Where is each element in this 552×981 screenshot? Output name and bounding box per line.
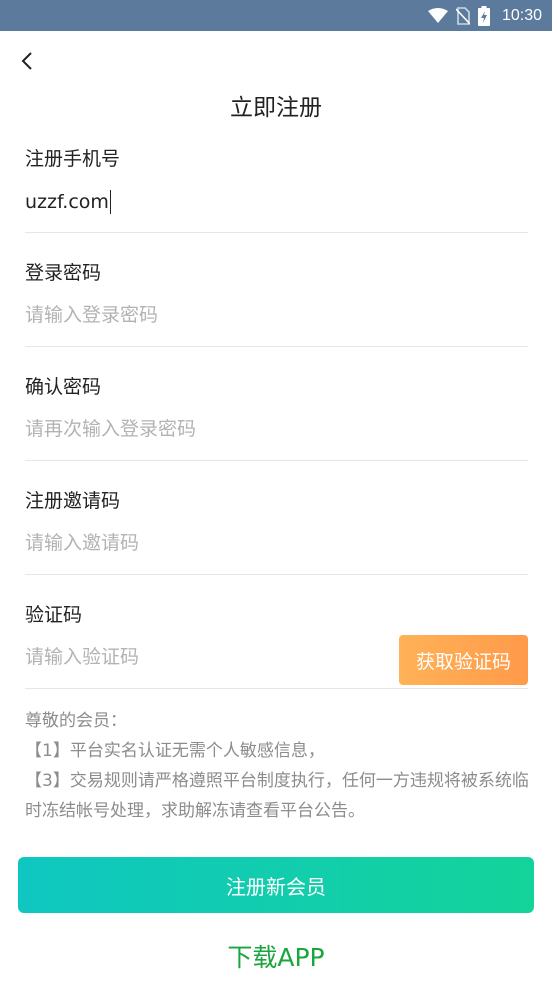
password-label: 登录密码 xyxy=(25,262,102,284)
password-field: 登录密码 xyxy=(25,254,528,347)
verify-code-label: 验证码 xyxy=(25,604,83,626)
back-button[interactable] xyxy=(12,48,42,78)
verify-code-field: 验证码 获取验证码 xyxy=(25,596,528,689)
phone-value: uzzf.com xyxy=(25,191,109,213)
confirm-password-label: 确认密码 xyxy=(25,376,102,398)
get-code-button[interactable]: 获取验证码 xyxy=(399,635,528,685)
confirm-password-input[interactable] xyxy=(25,418,385,440)
no-sim-icon xyxy=(455,6,470,25)
phone-label: 注册手机号 xyxy=(25,148,121,170)
notice-text: 尊敬的会员： 【1】平台实名认证无需个人敏感信息， 【3】交易规则请严格遵照平台… xyxy=(25,706,535,826)
status-time: 10:30 xyxy=(501,6,542,24)
chevron-left-icon xyxy=(21,52,33,74)
register-button[interactable]: 注册新会员 xyxy=(18,857,534,913)
download-app-link[interactable]: 下载APP xyxy=(0,938,552,974)
notice-line: 尊敬的会员： xyxy=(25,711,127,731)
battery-charging-icon xyxy=(477,5,490,26)
notice-line: 【3】交易规则请严格遵照平台制度执行，任何一方违规将被系统临时冻结帐号处理，求助… xyxy=(25,771,529,821)
invite-code-label: 注册邀请码 xyxy=(25,490,121,512)
notice-line: 【1】平台实名认证无需个人敏感信息， xyxy=(25,741,325,761)
status-icons: 10:30 xyxy=(427,0,542,31)
wifi-icon xyxy=(427,7,448,24)
verify-code-input[interactable] xyxy=(25,646,365,668)
page-title: 立即注册 xyxy=(230,95,322,121)
text-caret xyxy=(109,190,112,214)
invite-code-input[interactable] xyxy=(25,532,385,554)
invite-code-field: 注册邀请码 xyxy=(25,482,528,575)
phone-input[interactable]: uzzf.com xyxy=(25,190,112,214)
status-bar: 10:30 xyxy=(0,0,552,31)
phone-field: 注册手机号 uzzf.com xyxy=(25,140,528,233)
password-input[interactable] xyxy=(25,304,385,326)
confirm-password-field: 确认密码 xyxy=(25,368,528,461)
